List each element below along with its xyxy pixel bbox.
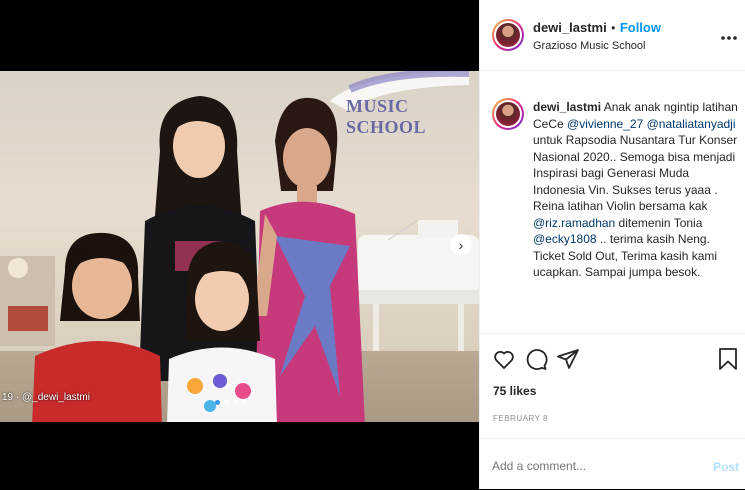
next-photo-button[interactable]: › bbox=[450, 234, 472, 256]
carousel-dot bbox=[242, 400, 247, 405]
post-sidebar: dewi_lastmi • Follow Grazioso Music Scho… bbox=[479, 0, 745, 489]
mention-link[interactable]: @nataliatanyadji bbox=[647, 117, 736, 131]
header-username[interactable]: dewi_lastmi bbox=[533, 20, 607, 35]
caption-avatar-image bbox=[496, 102, 520, 126]
bookmark-icon[interactable] bbox=[716, 347, 740, 371]
comment-input[interactable] bbox=[492, 459, 692, 473]
girl-floral-shirt bbox=[167, 241, 277, 422]
header-separator: • bbox=[611, 21, 616, 35]
carousel-indicator bbox=[215, 400, 247, 405]
carousel-dot bbox=[224, 400, 229, 405]
post-photo[interactable]: MUSIC SCHOOL › 19 · @_dewi_lastmi bbox=[0, 71, 479, 422]
mention-link[interactable]: @ecky1808 bbox=[533, 232, 597, 246]
carousel-dot bbox=[233, 400, 238, 405]
mention-link[interactable]: @riz.ramadhan bbox=[533, 216, 615, 230]
follow-button[interactable]: Follow bbox=[620, 20, 661, 35]
avatar-image bbox=[496, 23, 520, 47]
post-actions: 75 likes FEBRUARY 8 bbox=[480, 333, 745, 439]
post-comment-button[interactable]: Post bbox=[713, 460, 739, 474]
likes-count[interactable]: 75 likes bbox=[493, 384, 536, 398]
comment-bar: Post bbox=[480, 438, 745, 490]
header-title-row: dewi_lastmi • Follow bbox=[533, 19, 661, 37]
heart-icon[interactable] bbox=[492, 347, 516, 371]
caption-area: dewi_lastmi Anak anak ngintip latihan Ce… bbox=[480, 71, 745, 333]
caption-username[interactable]: dewi_lastmi bbox=[533, 100, 601, 114]
comment-icon[interactable] bbox=[524, 347, 548, 371]
mention-link[interactable]: @vivienne_27 bbox=[567, 117, 643, 131]
post-header: dewi_lastmi • Follow Grazioso Music Scho… bbox=[480, 0, 745, 71]
caption-segment: untuk Rapsodia Nusantara Tur Konser Nasi… bbox=[533, 133, 738, 213]
avatar[interactable] bbox=[492, 19, 524, 51]
caption-avatar[interactable] bbox=[492, 98, 524, 130]
location-link[interactable]: Grazioso Music School bbox=[533, 40, 646, 52]
more-options-icon[interactable] bbox=[720, 28, 738, 46]
photo-pane: MUSIC SCHOOL › 19 · @_dewi_lastmi bbox=[0, 0, 479, 489]
photo-watermark: 19 · @_dewi_lastmi bbox=[2, 392, 90, 403]
share-icon[interactable] bbox=[556, 347, 580, 371]
carousel-dot bbox=[215, 400, 220, 405]
caption-segment: ditemenin Tonia bbox=[615, 215, 703, 230]
caption-text: dewi_lastmi Anak anak ngintip latihan Ce… bbox=[533, 99, 738, 281]
post-date[interactable]: FEBRUARY 8 bbox=[493, 414, 548, 423]
